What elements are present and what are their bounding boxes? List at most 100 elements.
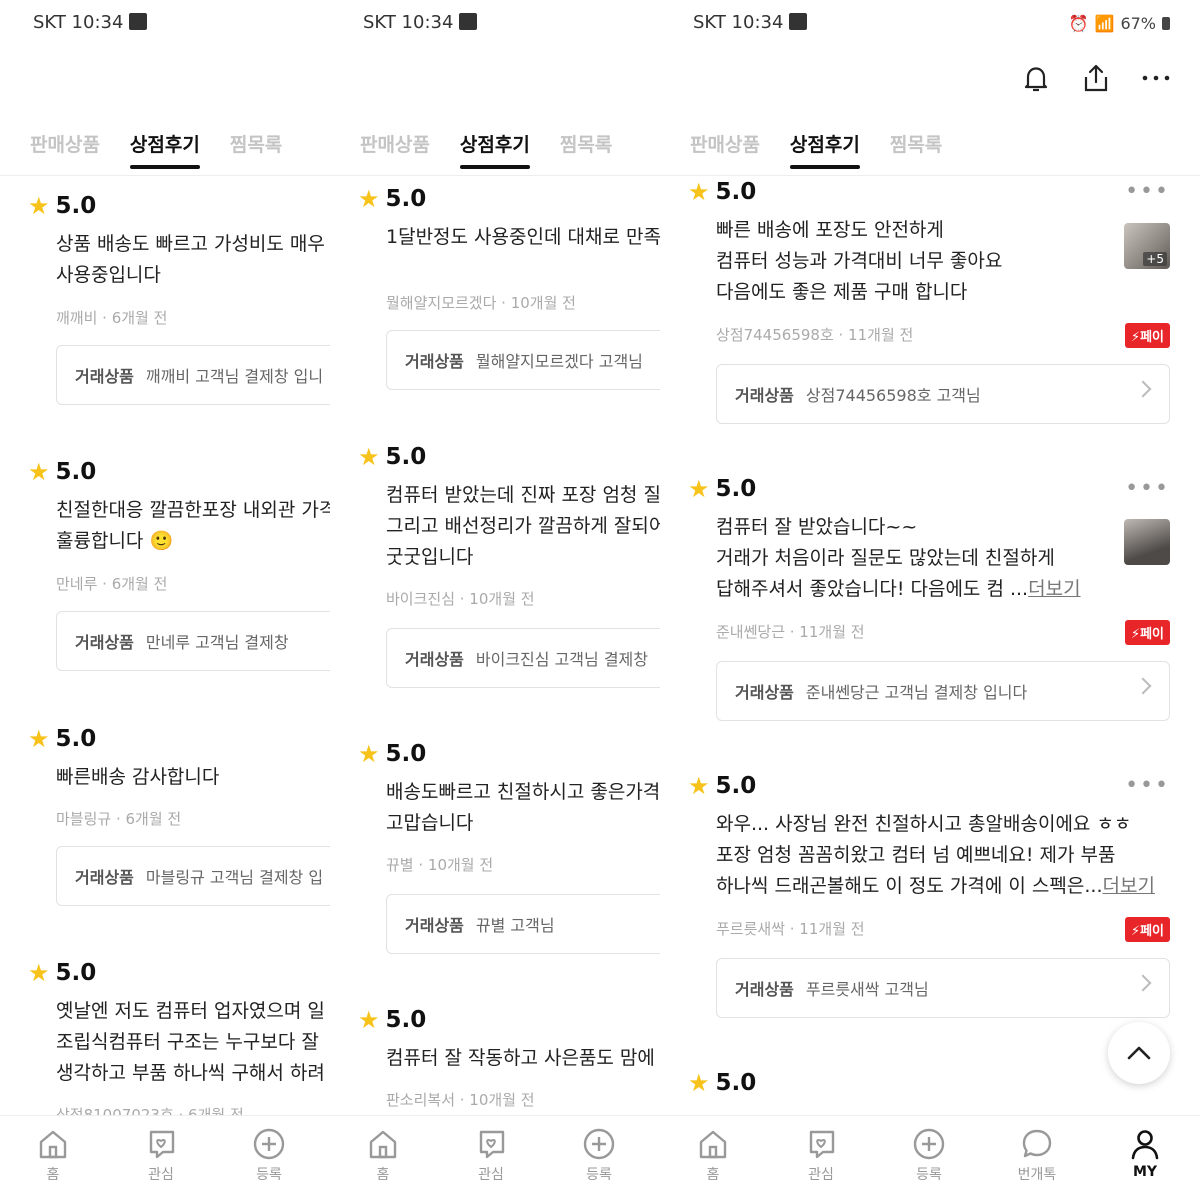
tab-store-reviews[interactable]: 상점후기 [129, 130, 200, 169]
nav-home-label: 홈 [376, 1167, 390, 1183]
star-icon: ★ [688, 772, 710, 800]
product-value: 만네루 고객님 결제창 [145, 633, 289, 652]
read-more-link[interactable]: 더보기 [1028, 578, 1080, 600]
tab-divider [0, 175, 330, 176]
screen-panel-2: SKT 10:34 판매상품 상점후기 찜목록 ★ 5.0 1달반정도 사용중인데… [330, 0, 660, 1200]
nav-favorites-label: 관심 [148, 1167, 174, 1183]
traded-product-box[interactable]: 거래상품 깨깨비 고객님 결제창 입니 [56, 345, 330, 405]
more-options-icon[interactable] [1140, 62, 1172, 94]
traded-product-box[interactable]: 거래상품 상점74456598호 고객님 [716, 364, 1170, 424]
tab-wishlist[interactable]: 찜목록 [890, 130, 942, 169]
tab-store-reviews[interactable]: 상점후기 [459, 130, 530, 169]
rating-value: 5.0 [385, 741, 427, 767]
review-meta: 바이크진심 · 10개월 전 [386, 590, 535, 608]
nav-my-label: MY [1132, 1164, 1158, 1180]
traded-product-box[interactable]: 거래상품 준내쎈당근 고객님 결제창 입니다 [716, 661, 1170, 721]
nav-favorites[interactable]: 관심 [126, 1126, 196, 1184]
review-rating: ★ 5.0 [28, 960, 96, 986]
tab-products[interactable]: 판매상품 [690, 130, 760, 169]
review-rating: ★ 5.0 [358, 1007, 426, 1033]
nav-chat[interactable]: 번개톡 [1002, 1126, 1072, 1184]
bell-icon[interactable] [1020, 62, 1052, 94]
review-text: 빠른 배송에 포장도 안전하게 컴퓨터 성능과 가격대비 너무 좋아요 다음에도… [716, 219, 1003, 303]
review-rating: ★ 5.0 [358, 186, 426, 212]
chevron-right-icon [1134, 677, 1152, 695]
traded-product-box[interactable]: 거래상품 뭘해얄지모르겠다 고객님 [386, 330, 660, 390]
traded-product-box[interactable]: 거래상품 만네루 고객님 결제창 [56, 611, 330, 671]
nav-register[interactable]: 등록 [564, 1126, 634, 1184]
nav-my[interactable]: MY [1110, 1126, 1180, 1180]
nav-home[interactable]: 홈 [348, 1126, 418, 1184]
review-photo-thumbnail[interactable] [1124, 519, 1170, 565]
star-icon: ★ [28, 192, 50, 220]
traded-product-box[interactable]: 거래상품 푸르릇새싹 고객님 [716, 958, 1170, 1018]
review-rating: ★ 5.0 [28, 193, 96, 219]
review-meta: 마블링규 · 6개월 전 [56, 810, 182, 828]
pay-badge: ⚡페이 [1124, 620, 1170, 645]
product-label: 거래상품 [735, 386, 794, 405]
review-rating: ★ 5.0 [358, 741, 426, 767]
nav-home[interactable]: 홈 [18, 1126, 88, 1184]
tab-products[interactable]: 판매상품 [360, 130, 430, 169]
traded-product-box[interactable]: 거래상품 뀨별 고객님 [386, 894, 660, 954]
chevron-right-icon [1134, 974, 1152, 992]
status-time: SKT 10:34 [693, 12, 784, 33]
nav-favorites[interactable]: 관심 [456, 1126, 526, 1184]
review-meta: 뭘해얄지모르겠다 · 10개월 전 [386, 294, 576, 312]
traded-product-box[interactable]: 거래상품 바이크진심 고객님 결제창 [386, 628, 660, 688]
chevron-right-icon [1134, 380, 1152, 398]
pay-badge: ⚡페이 [1124, 323, 1170, 348]
home-icon [699, 1130, 727, 1159]
tab-wishlist[interactable]: 찜목록 [560, 130, 612, 169]
nav-register[interactable]: 등록 [234, 1126, 304, 1184]
nav-register[interactable]: 등록 [894, 1126, 964, 1184]
image-notification-icon [129, 13, 148, 30]
store-tabs: 판매상품 상점후기 찜목록 [30, 130, 282, 169]
star-icon: ★ [358, 740, 380, 768]
review-meta: 뀨별 · 10개월 전 [386, 856, 494, 874]
star-icon: ★ [688, 1069, 710, 1097]
star-icon: ★ [688, 475, 710, 503]
review-meta: 푸르릇새싹 · 11개월 전 [716, 920, 865, 938]
review-more-icon[interactable]: ••• [1125, 179, 1170, 204]
status-time: SKT 10:34 [363, 12, 454, 33]
review-rating: ★ 5.0 [358, 444, 426, 470]
review-more-icon[interactable]: ••• [1125, 476, 1170, 501]
review-text: 빠른배송 감사합니다 [56, 766, 220, 788]
star-icon: ★ [28, 458, 50, 486]
heart-icon [809, 1130, 835, 1159]
rating-value: 5.0 [55, 459, 97, 485]
nav-favorites[interactable]: 관심 [786, 1126, 856, 1184]
bottom-nav: 홈 관심 등록 [0, 1115, 330, 1200]
read-more-link[interactable]: 더보기 [1102, 875, 1154, 897]
star-icon: ★ [358, 443, 380, 471]
product-label: 거래상품 [405, 352, 464, 371]
star-icon: ★ [688, 178, 710, 206]
rating-value: 5.0 [55, 960, 97, 986]
review-text: 상품 배송도 빠르고 가성비도 매우 사용중입니다 [56, 233, 325, 286]
rating-value: 5.0 [715, 476, 757, 502]
review-meta: 상점74456598호 · 11개월 전 [716, 326, 914, 344]
scroll-to-top-button[interactable] [1108, 1022, 1170, 1084]
wifi-signal-icon: 📶 [1094, 14, 1115, 33]
store-tabs: 판매상품 상점후기 찜목록 [360, 130, 612, 169]
tab-wishlist[interactable]: 찜목록 [230, 130, 282, 169]
review-photo-thumbnail[interactable]: +5 [1124, 223, 1170, 269]
store-tabs: 판매상품 상점후기 찜목록 [690, 130, 942, 169]
screen-panel-3: SKT 10:34 ⏰ 📶 67% 판매상품 상점후기 찜목록 ★ 5.0 •••… [660, 0, 1200, 1200]
review-text: 친절한대응 깔끔한포장 내외관 가격 훌륭합니다 🙂 [56, 499, 330, 552]
traded-product-box[interactable]: 거래상품 마블링규 고객님 결제창 입 [56, 846, 330, 906]
nav-home[interactable]: 홈 [678, 1126, 748, 1184]
bottom-nav: 홈 관심 등록 [330, 1115, 660, 1200]
review-rating: ★ 5.0 [688, 1070, 756, 1096]
review-more-icon[interactable]: ••• [1125, 773, 1170, 798]
product-value: 마블링규 고객님 결제창 입 [145, 868, 324, 887]
screen-panel-1: SKT 10:34 판매상품 상점후기 찜목록 ★ 5.0 상품 배송도 빠르고 … [0, 0, 330, 1200]
tab-store-reviews[interactable]: 상점후기 [789, 130, 860, 169]
tab-products[interactable]: 판매상품 [30, 130, 100, 169]
image-notification-icon [789, 13, 808, 30]
review-rating: ★ 5.0 [28, 459, 96, 485]
chat-bubble-icon [1022, 1129, 1052, 1158]
product-value: 상점74456598호 고객님 [805, 386, 981, 405]
share-icon[interactable] [1080, 62, 1112, 94]
